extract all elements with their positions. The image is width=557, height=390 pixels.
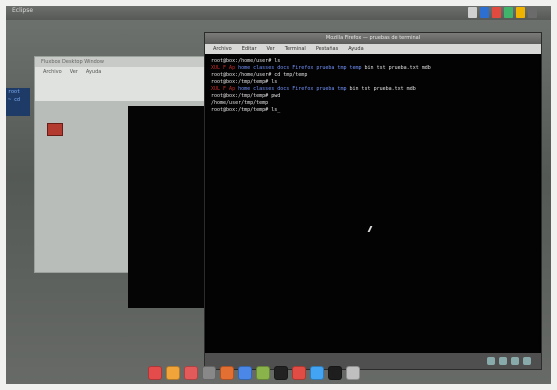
menu-ver[interactable]: Ver <box>267 44 275 54</box>
terminal-line: root@box:/tmp/temp# pwd <box>211 93 281 99</box>
background-window-title: Fluxbox Desktop Window <box>35 57 225 67</box>
terminal-title: Mozilla Firefox — pruebas de terminal <box>205 33 541 44</box>
status-icon <box>523 357 531 365</box>
terminal-screen[interactable]: root@box:/home/user# ls XUL F Ap home cla… <box>207 55 539 353</box>
status-icon <box>511 357 519 365</box>
background-window-menu: Archivo Ver Ayuda <box>35 67 225 77</box>
tray-icon[interactable] <box>468 7 477 18</box>
left-line-1: root <box>8 89 21 95</box>
chat-icon[interactable] <box>310 366 324 380</box>
terminal-icon[interactable] <box>274 366 288 380</box>
system-tray[interactable] <box>468 7 537 18</box>
terminal-menubar: Archivo Editar Ver Terminal Pestañas Ayu… <box>205 44 541 54</box>
top-panel-label: Eclipse <box>12 7 34 14</box>
status-icons <box>487 357 531 365</box>
left-line-2: ~ cd <box>8 97 21 103</box>
shield-icon[interactable] <box>220 366 234 380</box>
tray-icon[interactable] <box>480 7 489 18</box>
menu-editar[interactable]: Editar <box>242 44 257 54</box>
status-icon <box>499 357 507 365</box>
folder-icon[interactable] <box>166 366 180 380</box>
music-icon[interactable] <box>328 366 342 380</box>
tray-icon[interactable] <box>492 7 501 18</box>
terminal-line: root@box:/home/user# cd tmp/temp <box>211 72 308 78</box>
terminal-line: /home/user/tmp/temp <box>211 100 269 106</box>
file-icon[interactable] <box>47 123 63 136</box>
ls-dirs: home classes docs Firefox prueba tmp tem… <box>238 65 365 71</box>
left-terminal-fragment: root ~ cd <box>6 88 30 116</box>
status-icon <box>487 357 495 365</box>
tray-icon[interactable] <box>528 7 537 18</box>
menu-terminal[interactable]: Terminal <box>285 44 306 54</box>
tray-icon[interactable] <box>504 7 513 18</box>
ls-prompt: XUL F Ap <box>211 86 239 92</box>
dock <box>148 366 360 384</box>
finder-icon[interactable] <box>148 366 162 380</box>
black-overlay-panel <box>128 106 210 308</box>
menu-ayuda[interactable]: Ayuda <box>348 44 363 54</box>
top-panel: Eclipse <box>6 6 551 20</box>
ls-prompt: XUL F Ap <box>211 65 239 71</box>
menu-item[interactable]: Ayuda <box>86 67 101 77</box>
terminal-line: XUL F Ap home classes docs Firefox prueb… <box>211 86 535 93</box>
settings-icon[interactable] <box>202 366 216 380</box>
chrome-icon[interactable] <box>238 366 252 380</box>
ls-dirs: home classes docs Firefox prueba tmp <box>238 86 350 92</box>
terminal-line: root@box:/home/user# ls <box>211 58 281 64</box>
menu-item[interactable]: Archivo <box>43 67 62 77</box>
app-icon[interactable] <box>256 366 270 380</box>
terminal-line: XUL F Ap home classes docs Firefox prueb… <box>211 65 535 72</box>
store-icon[interactable] <box>346 366 360 380</box>
terminal-window[interactable]: Mozilla Firefox — pruebas de terminal Ar… <box>204 32 542 370</box>
menu-pestanas[interactable]: Pestañas <box>316 44 338 54</box>
ls-files: bin tst prueba.txt mdb <box>364 65 431 71</box>
mail-icon[interactable] <box>184 366 198 380</box>
ls-files: bin tst prueba.txt mdb <box>349 86 416 92</box>
terminal-line: root@box:/tmp/temp# ls_ <box>211 107 281 113</box>
menu-item[interactable]: Ver <box>70 67 78 77</box>
tray-icon[interactable] <box>516 7 525 18</box>
desktop: Eclipse root ~ cd Fluxbox Desktop Window… <box>6 6 551 384</box>
calendar-icon[interactable] <box>292 366 306 380</box>
menu-archivo[interactable]: Archivo <box>213 44 232 54</box>
terminal-line: root@box:/tmp/temp# ls <box>211 79 278 85</box>
